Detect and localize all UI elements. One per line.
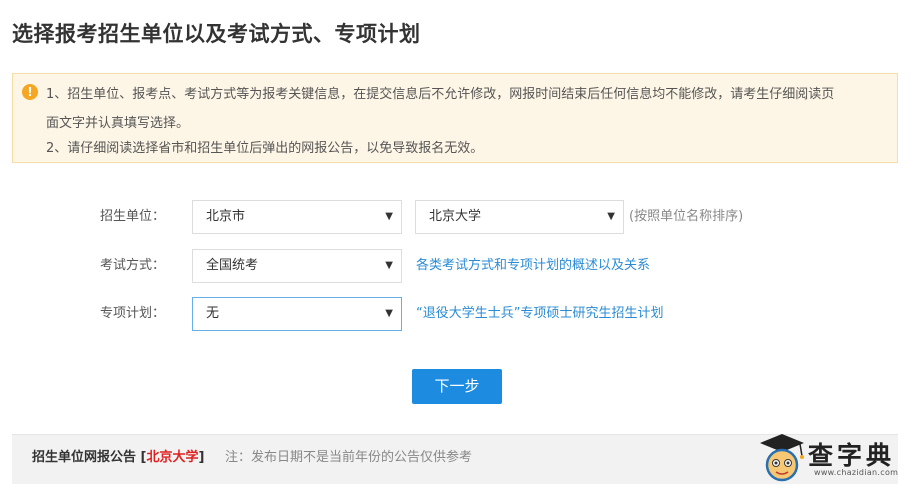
institution-row: 招生单位： 北京市 ▼ 北京大学 ▼ (按照单位名称排序) [0, 199, 910, 235]
province-select[interactable]: 北京市 ▼ [192, 200, 402, 234]
special-plan-label: 专项计划： [100, 306, 166, 321]
special-plan-select[interactable]: 无 ▼ [192, 297, 402, 331]
veteran-plan-link[interactable]: “退役大学生士兵”专项硕士研究生招生计划 [416, 296, 663, 332]
bulletin-title-text: 招生单位网报公告 [32, 450, 137, 465]
notice-line-3: 2、请仔细阅读选择省市和招生单位后弹出的网报公告，以免导致报名无效。 [46, 141, 484, 156]
special-plan-row: 专项计划： 无 ▼ “退役大学生士兵”专项硕士研究生招生计划 [0, 296, 910, 332]
school-value: 北京大学 [429, 209, 482, 224]
province-value: 北京市 [206, 209, 246, 224]
bulletin-title: 招生单位网报公告 [北京大学] [32, 435, 204, 481]
institution-label: 招生单位： [100, 209, 166, 224]
exam-mode-value: 全国统考 [206, 258, 259, 273]
watermark-url: www.chazidian.com [814, 468, 899, 477]
exam-mode-select[interactable]: 全国统考 ▼ [192, 249, 402, 283]
notice-line-1: 1、招生单位、报考点、考试方式等为报考关键信息，在提交信息后不允许修改，网报时间… [46, 87, 835, 102]
special-plan-value: 无 [206, 306, 220, 321]
exam-mode-label: 考试方式： [100, 258, 166, 273]
next-step-button[interactable]: 下一步 [412, 369, 502, 404]
chevron-down-icon: ▼ [385, 211, 393, 222]
warning-icon: ! [22, 84, 38, 100]
exam-mode-overview-link[interactable]: 各类考试方式和专项计划的概述以及关系 [416, 248, 650, 284]
page-title: 选择报考招生单位以及考试方式、专项计划 [12, 22, 421, 46]
sort-hint: (按照单位名称排序) [629, 209, 744, 224]
watermark-text: 查字典 [808, 441, 896, 470]
notice-box: ! 1、招生单位、报考点、考试方式等为报考关键信息，在提交信息后不允许修改，网报… [12, 73, 898, 163]
chevron-down-icon: ▼ [385, 260, 393, 271]
watermark-logo: 查字典 www.chazidian.com [756, 432, 910, 484]
bulletin-school-link[interactable]: 北京大学 [147, 450, 199, 465]
mascot-icon [760, 434, 804, 482]
exam-mode-row: 考试方式： 全国统考 ▼ 各类考试方式和专项计划的概述以及关系 [0, 248, 910, 284]
chevron-down-icon: ▼ [385, 308, 393, 319]
chevron-down-icon: ▼ [607, 211, 615, 222]
bracket-close: ] [198, 450, 205, 465]
bulletin-note: 注：发布日期不是当前年份的公告仅供参考 [225, 450, 473, 465]
school-select[interactable]: 北京大学 ▼ [415, 200, 624, 234]
